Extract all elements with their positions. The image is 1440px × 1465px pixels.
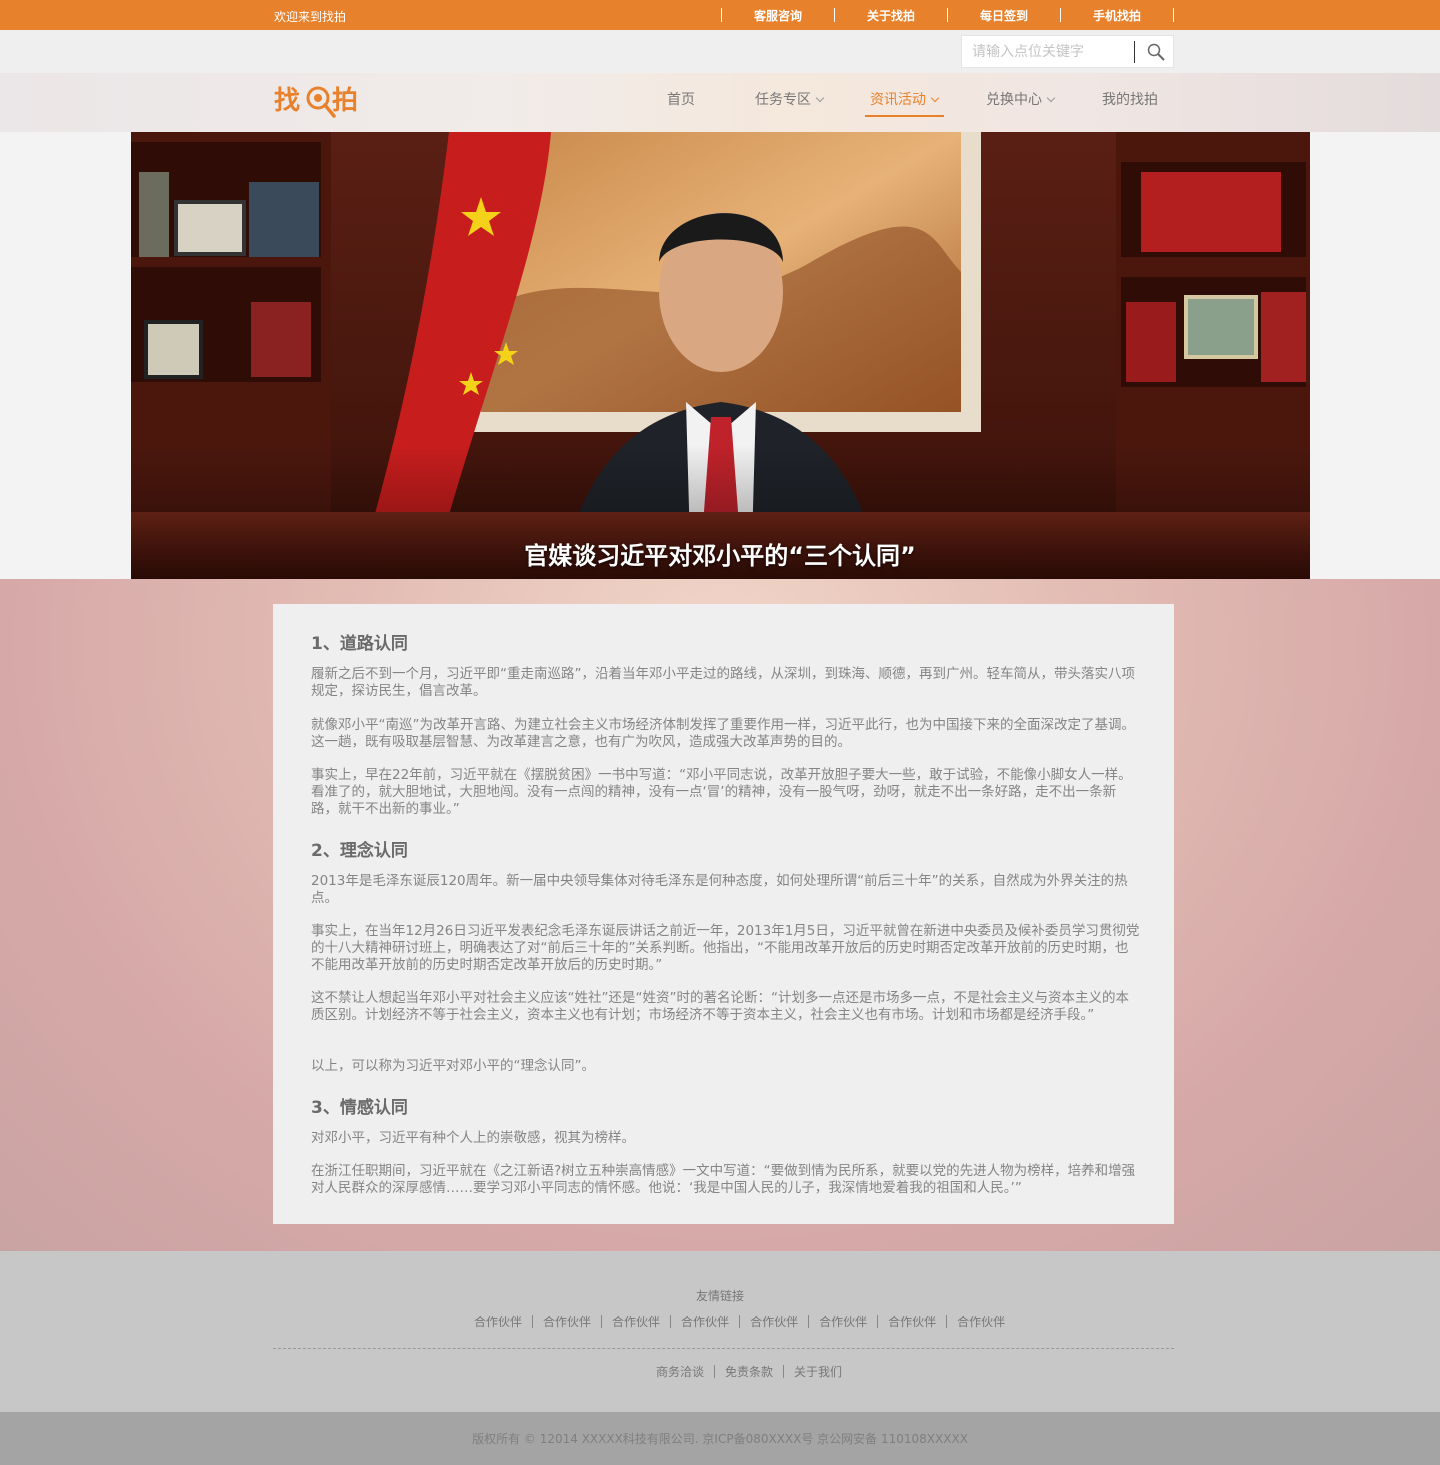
search-input[interactable] bbox=[972, 43, 1132, 61]
nav-item-home[interactable]: 首页 bbox=[667, 73, 695, 132]
paragraph: 事实上，早在22年前，习近平就在《摆脱贫困》一书中写道：“邓小平同志说，改革开放… bbox=[311, 767, 1132, 817]
disclaimer-link[interactable]: 免责条款 bbox=[715, 1363, 783, 1380]
friend-link[interactable]: 合作伙伴 bbox=[464, 1313, 532, 1330]
svg-text:拍: 拍 bbox=[332, 86, 358, 116]
search-icon[interactable] bbox=[1146, 42, 1166, 62]
friend-link[interactable]: 合作伙伴 bbox=[602, 1313, 670, 1330]
top-bar: 欢迎来到找拍 bbox=[0, 0, 1440, 30]
bottom-links: 商务洽谈 免责条款 关于我们 bbox=[646, 1363, 852, 1379]
friend-link[interactable]: 合作伙伴 bbox=[671, 1313, 739, 1330]
site-logo[interactable]: 找 拍 bbox=[274, 82, 366, 124]
about-us-link[interactable]: 关于我们 bbox=[784, 1363, 852, 1380]
article-card: 1、道路认同 履新之后不到一个月，习近平即“重走南巡路”，沿着当年邓小平走过的路… bbox=[273, 604, 1174, 1224]
friend-links-title: 友情链接 bbox=[695, 1289, 744, 1303]
section-heading: 1、道路认同 bbox=[311, 634, 408, 654]
friend-link[interactable]: 合作伙伴 bbox=[533, 1313, 601, 1330]
svg-text:找: 找 bbox=[274, 86, 300, 116]
nav-item-news[interactable]: 资讯活动 bbox=[870, 73, 940, 132]
friend-link[interactable]: 合作伙伴 bbox=[878, 1313, 946, 1330]
search-strip bbox=[0, 30, 1440, 73]
paragraph: 履新之后不到一个月，习近平即“重走南巡路”，沿着当年邓小平走过的路线，从深圳，到… bbox=[311, 666, 1135, 699]
top-links: 客服咨询 关于找拍 每日签到 手机找拍 bbox=[721, 0, 1174, 30]
footer-divider bbox=[273, 1348, 1174, 1349]
top-link-mobile[interactable]: 手机找拍 bbox=[1061, 7, 1173, 24]
welcome-text: 欢迎来到找拍 bbox=[274, 10, 347, 24]
copyright-text: 版权所有 © 12014 XXXXX科技有限公司. 京ICP备080XXXX号 … bbox=[472, 1432, 968, 1446]
chevron-down-icon bbox=[815, 93, 825, 103]
search-box bbox=[961, 35, 1174, 68]
nav-item-mine[interactable]: 我的找拍 bbox=[1102, 73, 1158, 132]
footer bbox=[0, 1251, 1440, 1412]
main-nav-bar bbox=[0, 73, 1440, 132]
section-heading: 3、情感认同 bbox=[311, 1098, 408, 1118]
friend-links: 合作伙伴 合作伙伴 合作伙伴 合作伙伴 合作伙伴 合作伙伴 合作伙伴 合作伙伴 bbox=[464, 1313, 1015, 1329]
paragraph: 事实上，在当年12月26日习近平发表纪念毛泽东诞辰讲话之前近一年，2013年1月… bbox=[311, 923, 1140, 973]
friend-link[interactable]: 合作伙伴 bbox=[947, 1313, 1015, 1330]
paragraph: 2013年是毛泽东诞辰120周年。新一届中央领导集体对待毛泽东是何种态度，如何处… bbox=[311, 873, 1128, 906]
paragraph: 在浙江任职期间，习近平就在《之江新语?树立五种崇高情感》一文中写道：“要做到情为… bbox=[311, 1163, 1136, 1196]
hero-caption: 官媒谈习近平对邓小平的“三个认同” bbox=[524, 542, 916, 570]
nav-item-tasks[interactable]: 任务专区 bbox=[755, 73, 825, 132]
top-link-service[interactable]: 客服咨询 bbox=[722, 7, 834, 24]
nav-item-exchange[interactable]: 兑换中心 bbox=[986, 73, 1056, 132]
top-link-about[interactable]: 关于找拍 bbox=[835, 7, 947, 24]
paragraph: 以上，可以称为习近平对邓小平的“理念认同”。 bbox=[311, 1058, 595, 1074]
chevron-down-icon bbox=[1046, 93, 1056, 103]
friend-link[interactable]: 合作伙伴 bbox=[809, 1313, 877, 1330]
paragraph: 对邓小平，习近平有种个人上的崇敬感，视其为榜样。 bbox=[311, 1130, 635, 1146]
paragraph: 就像邓小平“南巡”为改革开言路、为建立社会主义市场经济体制发挥了重要作用一样，习… bbox=[311, 717, 1135, 750]
business-link[interactable]: 商务洽谈 bbox=[646, 1363, 714, 1380]
hero-banner-image[interactable] bbox=[131, 132, 1310, 579]
chevron-down-icon bbox=[930, 93, 940, 103]
paragraph: 这不禁让人想起当年邓小平对社会主义应该“姓社”还是“姓资”时的著名论断：“计划多… bbox=[311, 990, 1129, 1023]
top-link-checkin[interactable]: 每日签到 bbox=[948, 7, 1060, 24]
active-nav-underline bbox=[865, 115, 944, 117]
friend-link[interactable]: 合作伙伴 bbox=[740, 1313, 808, 1330]
section-heading: 2、理念认同 bbox=[311, 841, 408, 861]
